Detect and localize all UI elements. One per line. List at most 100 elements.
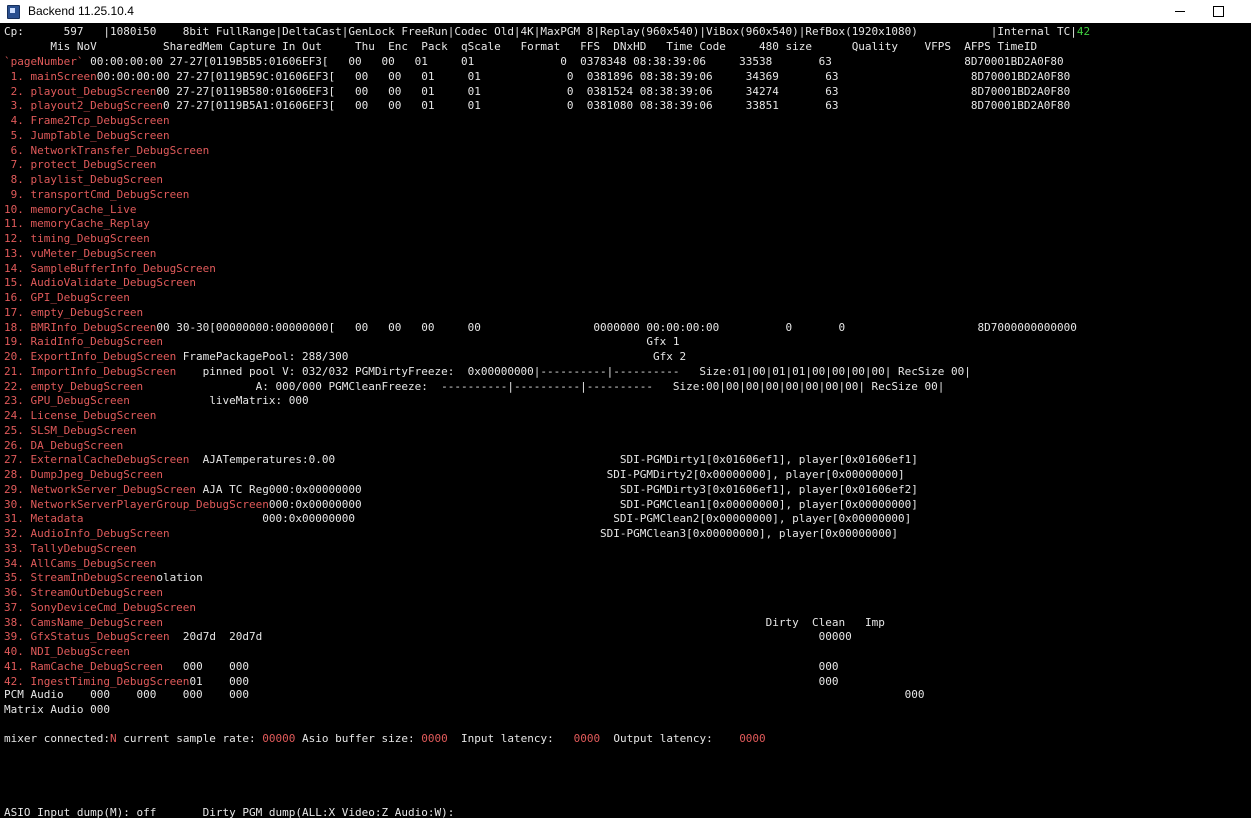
screen-row[interactable]: 17. empty_DebugScreen [4, 306, 143, 320]
screen-label[interactable]: 27. ExternalCacheDebugScreen [4, 453, 189, 466]
screen-row[interactable]: 9. transportCmd_DebugScreen [4, 188, 190, 202]
minimize-button[interactable] [1160, 0, 1200, 23]
screen-row[interactable]: 4. Frame2Tcp_DebugScreen [4, 114, 170, 128]
screen-row[interactable]: 34. AllCams_DebugScreen [4, 557, 156, 571]
screen-label[interactable]: 25. SLSM_DebugScreen [4, 424, 136, 437]
screen-row[interactable]: 42. IngestTiming_DebugScreen01 000 000 [4, 675, 838, 689]
screen-label[interactable]: 2. playout_DebugScreen [4, 85, 157, 98]
screen-label[interactable]: 1. mainScreen [4, 70, 97, 83]
screen-row[interactable]: 6. NetworkTransfer_DebugScreen [4, 144, 210, 158]
screen-label[interactable]: 39. GfxStatus_DebugScreen [4, 630, 170, 643]
screen-label[interactable]: 19. RaidInfo_DebugScreen [4, 335, 163, 348]
screen-row[interactable]: 31. Metadata 000:0x00000000 SDI-PGMClean… [4, 512, 911, 526]
screen-row[interactable]: 14. SampleBufferInfo_DebugScreen [4, 262, 216, 276]
screen-label[interactable]: 21. ImportInfo_DebugScreen [4, 365, 176, 378]
screen-row[interactable]: 19. RaidInfo_DebugScreen Gfx 1 [4, 335, 680, 349]
screen-row[interactable]: 35. StreamInDebugScreenolation [4, 571, 203, 585]
screen-label[interactable]: 6. NetworkTransfer_DebugScreen [4, 144, 210, 157]
screen-row[interactable]: 37. SonyDeviceCmd_DebugScreen [4, 601, 196, 615]
screen-label[interactable]: 28. DumpJpeg_DebugScreen [4, 468, 163, 481]
screen-row[interactable]: 5. JumpTable_DebugScreen [4, 129, 170, 143]
screen-row[interactable]: 18. BMRInfo_DebugScreen00 30-30[00000000… [4, 321, 1077, 335]
screen-row[interactable]: 10. memoryCache_Live [4, 203, 136, 217]
screen-row[interactable]: 36. StreamOutDebugScreen [4, 586, 163, 600]
screen-label[interactable]: 31. Metadata [4, 512, 83, 525]
screen-row[interactable]: 13. vuMeter_DebugScreen [4, 247, 156, 261]
screen-label[interactable]: 15. AudioValidate_DebugScreen [4, 276, 196, 289]
screen-label[interactable]: 40. NDI_DebugScreen [4, 645, 130, 658]
screen-row[interactable]: 11. memoryCache_Replay [4, 217, 150, 231]
screen-label[interactable]: 9. transportCmd_DebugScreen [4, 188, 190, 201]
screen-row[interactable]: 30. NetworkServerPlayerGroup_DebugScreen… [4, 498, 918, 512]
screen-label[interactable]: 8. playlist_DebugScreen [4, 173, 163, 186]
screen-label[interactable]: 24. License_DebugScreen [4, 409, 156, 422]
screen-row[interactable]: 33. TallyDebugScreen [4, 542, 136, 556]
screen-values: 00:00:00:00 27-27[0119B5B5:01606EF3[ 00 … [83, 55, 1064, 68]
screen-label[interactable]: 33. TallyDebugScreen [4, 542, 136, 555]
screen-label[interactable]: 29. NetworkServer_DebugScreen [4, 483, 196, 496]
screen-row[interactable]: 7. protect_DebugScreen [4, 158, 157, 172]
screen-label[interactable]: 5. JumpTable_DebugScreen [4, 129, 170, 142]
screen-row[interactable]: 38. CamsName_DebugScreen Dirty Clean Imp [4, 616, 885, 630]
screen-label[interactable]: 7. protect_DebugScreen [4, 158, 157, 171]
screen-row[interactable]: 26. DA_DebugScreen [4, 439, 123, 453]
screen-row[interactable]: `pageNumber` 00:00:00:00 27-27[0119B5B5:… [4, 55, 1064, 69]
screen-row[interactable]: 32. AudioInfo_DebugScreen SDI-PGMClean3[… [4, 527, 898, 541]
screen-row[interactable]: 22. empty_DebugScreen A: 000/000 PGMClea… [4, 380, 944, 394]
asio-buffer-label: Asio buffer size: [295, 732, 422, 745]
screen-row[interactable]: 1. mainScreen00:00:00:00 27-27[0119B59C:… [4, 70, 1071, 84]
screen-row[interactable]: 27. ExternalCacheDebugScreen AJATemperat… [4, 453, 918, 467]
screen-row[interactable]: 21. ImportInfo_DebugScreen pinned pool V… [4, 365, 971, 379]
pcm-audio-line: PCM Audio 000 000 000 000 000 [4, 688, 925, 701]
screen-label[interactable]: 13. vuMeter_DebugScreen [4, 247, 156, 260]
screen-row[interactable]: 25. SLSM_DebugScreen [4, 424, 136, 438]
screen-row[interactable]: 24. License_DebugScreen [4, 409, 156, 423]
screen-row[interactable]: 3. playout2_DebugScreen0 27-27[0119B5A1:… [4, 99, 1071, 113]
screen-label[interactable]: 38. CamsName_DebugScreen [4, 616, 163, 629]
screen-label[interactable]: 41. RamCache_DebugScreen [4, 660, 163, 673]
maximize-button[interactable] [1198, 0, 1238, 23]
screen-label[interactable]: 18. BMRInfo_DebugScreen [4, 321, 156, 334]
screen-row[interactable]: 28. DumpJpeg_DebugScreen SDI-PGMDirty2[0… [4, 468, 905, 482]
screen-label[interactable]: 35. StreamInDebugScreen [4, 571, 156, 584]
screen-label[interactable]: 4. Frame2Tcp_DebugScreen [4, 114, 170, 127]
screen-row[interactable]: 8. playlist_DebugScreen [4, 173, 163, 187]
screen-label[interactable]: `pageNumber` [4, 55, 83, 68]
screen-label[interactable]: 17. empty_DebugScreen [4, 306, 143, 319]
asio-buffer-value: 0000 [421, 732, 448, 745]
console-output[interactable]: Cp: 597 |1080i50 8bit FullRange|DeltaCas… [0, 23, 1251, 818]
screen-label[interactable]: 34. AllCams_DebugScreen [4, 557, 156, 570]
screen-values: olation [156, 571, 203, 585]
screen-label[interactable]: 3. playout2_DebugScreen [4, 99, 163, 112]
screen-label[interactable]: 20. ExportInfo_DebugScreen [4, 350, 176, 363]
screen-values: Gfx 1 [162, 335, 680, 349]
screen-row[interactable]: 23. GPU_DebugScreen liveMatrix: 000 [4, 394, 309, 408]
screen-row[interactable]: 29. NetworkServer_DebugScreen AJA TC Reg… [4, 483, 918, 497]
screen-label[interactable]: 32. AudioInfo_DebugScreen [4, 527, 170, 540]
screen-row[interactable]: 20. ExportInfo_DebugScreen FramePackageP… [4, 350, 686, 364]
screen-label[interactable]: 11. memoryCache_Replay [4, 217, 150, 230]
screen-label[interactable]: 16. GPI_DebugScreen [4, 291, 130, 304]
screen-values: liveMatrix: 000 [129, 394, 309, 408]
screen-label[interactable]: 42. IngestTiming_DebugScreen [4, 675, 189, 688]
screen-row[interactable]: 2. playout_DebugScreen00 27-27[0119B580:… [4, 85, 1071, 99]
screen-label[interactable]: 26. DA_DebugScreen [4, 439, 123, 452]
matrix-audio-line: Matrix Audio 000 [4, 703, 110, 716]
screen-label[interactable]: 10. memoryCache_Live [4, 203, 136, 216]
screen-row[interactable]: 41. RamCache_DebugScreen 000 000 000 [4, 660, 838, 674]
screen-row[interactable]: 15. AudioValidate_DebugScreen [4, 276, 196, 290]
screen-label[interactable]: 23. GPU_DebugScreen [4, 394, 130, 407]
output-latency-label: Output latency: [600, 732, 740, 745]
screen-row[interactable]: 40. NDI_DebugScreen [4, 645, 130, 659]
mixer-connected-label: mixer connected: [4, 732, 110, 745]
screen-label[interactable]: 30. NetworkServerPlayerGroup_DebugScreen [4, 498, 269, 511]
screen-label[interactable]: 37. SonyDeviceCmd_DebugScreen [4, 601, 196, 614]
screen-label[interactable]: 12. timing_DebugScreen [4, 232, 150, 245]
screen-label[interactable]: 22. empty_DebugScreen [4, 380, 143, 393]
output-latency-value: 0000 [739, 732, 766, 745]
screen-row[interactable]: 12. timing_DebugScreen [4, 232, 150, 246]
screen-label[interactable]: 14. SampleBufferInfo_DebugScreen [4, 262, 216, 275]
screen-row[interactable]: 39. GfxStatus_DebugScreen 20d7d 20d7d 00… [4, 630, 852, 644]
screen-label[interactable]: 36. StreamOutDebugScreen [4, 586, 163, 599]
screen-row[interactable]: 16. GPI_DebugScreen [4, 291, 130, 305]
